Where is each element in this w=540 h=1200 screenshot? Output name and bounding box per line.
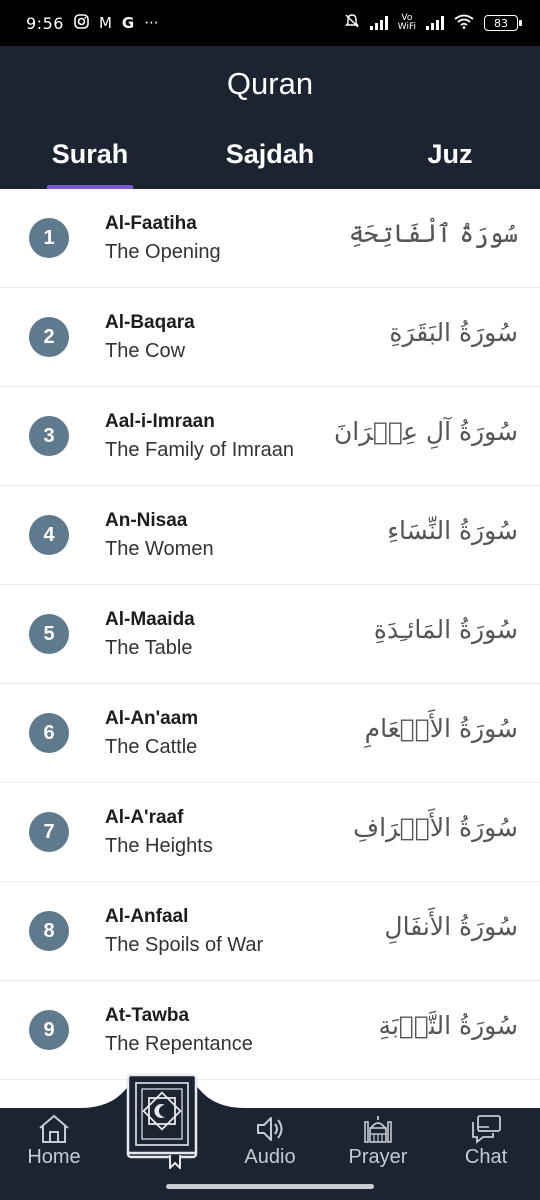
nav-chat-label: Chat xyxy=(464,1146,508,1168)
wifi-icon xyxy=(454,14,474,33)
surah-meaning: The Family of Imraan xyxy=(105,439,294,461)
surah-name: Al-A'raaf xyxy=(105,807,184,828)
surah-number-badge: 6 xyxy=(29,713,69,753)
instagram-icon xyxy=(74,13,89,33)
surah-meaning: The Women xyxy=(105,538,214,560)
surah-meaning: The Cattle xyxy=(105,736,198,758)
status-bar: 9:56 M G ··· Vo WiFi 83 xyxy=(0,0,540,46)
surah-name: An-Nisaa xyxy=(105,510,188,531)
app-header: Quran Surah Sajdah Juz xyxy=(0,46,540,189)
surah-number-badge: 1 xyxy=(29,218,69,258)
surah-number-badge: 8 xyxy=(29,911,69,951)
surah-meaning: The Opening xyxy=(105,241,221,263)
surah-number-badge: 4 xyxy=(29,515,69,555)
list-item[interactable]: 5 Al-Maaida The Table سُورَةُ المَائـِدَ… xyxy=(0,585,540,684)
status-left: 9:56 M G ··· xyxy=(26,14,159,33)
quran-book-button[interactable] xyxy=(126,1073,198,1171)
nav-audio-label: Audio xyxy=(244,1146,296,1168)
nav-prayer-label: Prayer xyxy=(348,1146,408,1168)
surah-number-badge: 9 xyxy=(29,1010,69,1050)
surah-arabic-name: سُورَةُ البَقَرَةِ xyxy=(389,318,518,347)
surah-arabic-name: سُورَةُ ٱلْفَاتِحَةِ xyxy=(348,219,518,248)
nav-curve xyxy=(0,1074,540,1112)
surah-number-badge: 5 xyxy=(29,614,69,654)
speaker-icon xyxy=(257,1117,283,1141)
surah-name: At-Tawba xyxy=(105,1005,190,1026)
status-right: Vo WiFi 83 xyxy=(344,13,522,33)
tab-juz[interactable]: Juz xyxy=(380,134,520,189)
list-item[interactable]: 2 Al-Baqara The Cow سُورَةُ البَقَرَةِ xyxy=(0,288,540,387)
vowifi-icon: Vo WiFi xyxy=(398,14,416,32)
list-item[interactable]: 7 Al-A'raaf The Heights سُورَةُ الأَعۡرَ… xyxy=(0,783,540,882)
surah-number-badge: 7 xyxy=(29,812,69,852)
list-item[interactable]: 9 At-Tawba The Repentance سُورَةُ التَّو… xyxy=(0,981,540,1080)
surah-arabic-name: سُورَةُ الأَنفَالِ xyxy=(384,912,518,941)
list-item[interactable]: 3 Aal-i-Imraan The Family of Imraan سُور… xyxy=(0,387,540,486)
surah-meaning: The Table xyxy=(105,637,193,659)
google-icon: G xyxy=(121,14,135,32)
nav-chat[interactable]: Chat xyxy=(441,1108,531,1178)
list-item[interactable]: 8 Al-Anfaal The Spoils of War سُورَةُ ال… xyxy=(0,882,540,981)
surah-name: Aal-i-Imraan xyxy=(105,411,215,432)
surah-name: Al-An'aam xyxy=(105,708,199,729)
home-indicator xyxy=(166,1184,374,1189)
surah-meaning: The Repentance xyxy=(105,1033,253,1055)
signal-icon-2 xyxy=(426,16,444,30)
surah-name: Al-Faatiha xyxy=(105,213,197,234)
mosque-icon xyxy=(364,1116,392,1143)
surah-list: 1 Al-Faatiha The Opening سُورَةُ ٱلْفَات… xyxy=(0,189,540,1080)
nav-home[interactable]: Home xyxy=(9,1108,99,1178)
mute-bell-icon xyxy=(344,13,360,33)
surah-arabic-name: سُورَةُ النِّسَاءِ xyxy=(387,516,518,545)
status-time: 9:56 xyxy=(26,13,64,33)
more-icon: ··· xyxy=(144,14,159,32)
battery-icon: 83 xyxy=(484,15,522,31)
vowifi-bottom: WiFi xyxy=(397,22,416,32)
surah-arabic-name: سُورَةُ الأَنۡعَامِ xyxy=(364,714,518,743)
surah-meaning: The Spoils of War xyxy=(105,934,264,956)
chat-icon xyxy=(472,1115,501,1144)
tab-surah[interactable]: Surah xyxy=(20,134,160,189)
list-item[interactable]: 1 Al-Faatiha The Opening سُورَةُ ٱلْفَات… xyxy=(0,189,540,288)
nav-audio[interactable]: Audio xyxy=(225,1108,315,1178)
surah-arabic-name: سُورَةُ آلِ عِمۡرَانَ xyxy=(333,417,518,446)
surah-name: Al-Baqara xyxy=(105,312,195,333)
surah-number-badge: 2 xyxy=(29,317,69,357)
surah-meaning: The Heights xyxy=(105,835,213,857)
tab-sajdah[interactable]: Sajdah xyxy=(190,134,350,189)
surah-arabic-name: سُورَةُ المَائـِدَةِ xyxy=(373,615,518,644)
home-icon xyxy=(39,1114,69,1143)
surah-arabic-name: سُورَةُ التَّوۡبَةِ xyxy=(378,1011,518,1040)
surah-arabic-name: سُورَةُ الأَعۡرَافِ xyxy=(353,813,518,842)
signal-icon xyxy=(369,16,388,30)
surah-name: Al-Maaida xyxy=(105,609,195,630)
gmail-icon: M xyxy=(98,14,112,32)
list-item[interactable]: 4 An-Nisaa The Women سُورَةُ النِّسَاءِ xyxy=(0,486,540,585)
tab-bar: Surah Sajdah Juz xyxy=(0,134,540,189)
nav-home-label: Home xyxy=(27,1146,81,1168)
page-title: Quran xyxy=(226,66,314,101)
surah-meaning: The Cow xyxy=(105,340,186,362)
list-item[interactable]: 6 Al-An'aam The Cattle سُورَةُ الأَنۡعَا… xyxy=(0,684,540,783)
nav-prayer[interactable]: Prayer xyxy=(333,1108,423,1178)
surah-number-badge: 3 xyxy=(29,416,69,456)
surah-name: Al-Anfaal xyxy=(105,906,189,927)
quran-book-icon xyxy=(126,1073,198,1171)
